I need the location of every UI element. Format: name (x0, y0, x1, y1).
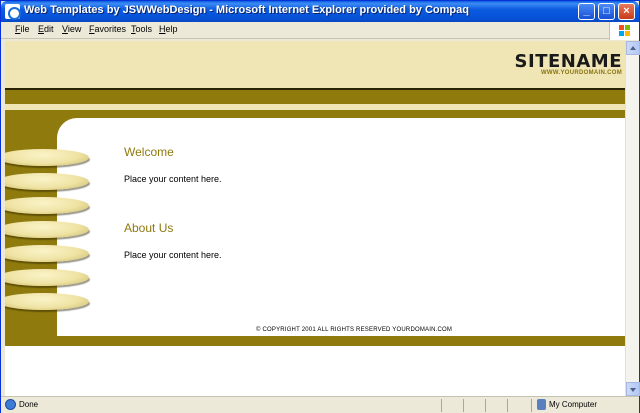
about-heading: About Us (124, 221, 174, 235)
maximize-icon: □ (603, 5, 610, 17)
status-text: Done (19, 400, 39, 409)
status-divider (531, 399, 532, 412)
ie-logo-icon (5, 4, 21, 20)
menu-edit[interactable]: Edit (38, 24, 54, 34)
window-title: Web Templates by JSWWebDesign - Microsof… (24, 4, 469, 16)
ie-page-icon (5, 399, 16, 410)
status-bar: Done My Computer (1, 396, 639, 413)
maximize-button[interactable]: □ (598, 3, 615, 20)
status-divider (485, 399, 486, 412)
footer-bar (5, 336, 625, 346)
site-domain: WWW.YOURDOMAIN.COM (540, 70, 622, 76)
page-viewport: SITENAME WWW.YOURDOMAIN.COM Welcome Plac… (5, 41, 625, 396)
menu-favorites[interactable]: Favorites (89, 24, 126, 34)
welcome-heading: Welcome (124, 145, 174, 159)
close-icon: × (623, 5, 630, 17)
copyright-text: © COPYRIGHT 2001 ALL RIGHTS RESERVED YOU… (256, 327, 453, 333)
menu-help[interactable]: Help (159, 24, 178, 34)
scroll-up-button[interactable] (626, 41, 640, 55)
vertical-scrollbar[interactable] (625, 41, 640, 396)
menu-tools[interactable]: Tools (131, 24, 152, 34)
header-band (5, 88, 625, 104)
header-band-lower (5, 110, 625, 118)
menu-view[interactable]: View (62, 24, 81, 34)
windows-logo (609, 22, 639, 40)
title-bar[interactable]: Web Templates by JSWWebDesign - Microsof… (1, 1, 639, 22)
site-name: SITENAME (514, 51, 622, 72)
status-divider (507, 399, 508, 412)
scroll-up-icon (630, 46, 636, 50)
about-text: Place your content here. (124, 250, 222, 260)
scroll-down-button[interactable] (626, 382, 640, 396)
computer-icon (537, 399, 546, 410)
menu-file[interactable]: File (15, 24, 30, 34)
menu-bar: File Edit View Favorites Tools Help (1, 22, 639, 39)
site-header: SITENAME WWW.YOURDOMAIN.COM (5, 41, 625, 88)
security-zone: My Computer (549, 400, 598, 409)
minimize-icon: _ (583, 5, 590, 17)
windows-flag-icon (619, 25, 631, 37)
browser-window: Web Templates by JSWWebDesign - Microsof… (0, 0, 640, 413)
status-divider (463, 399, 464, 412)
status-divider (441, 399, 442, 412)
minimize-button[interactable]: _ (578, 3, 595, 20)
scroll-down-icon (630, 388, 636, 392)
close-button[interactable]: × (618, 3, 635, 20)
welcome-text: Place your content here. (124, 174, 222, 184)
